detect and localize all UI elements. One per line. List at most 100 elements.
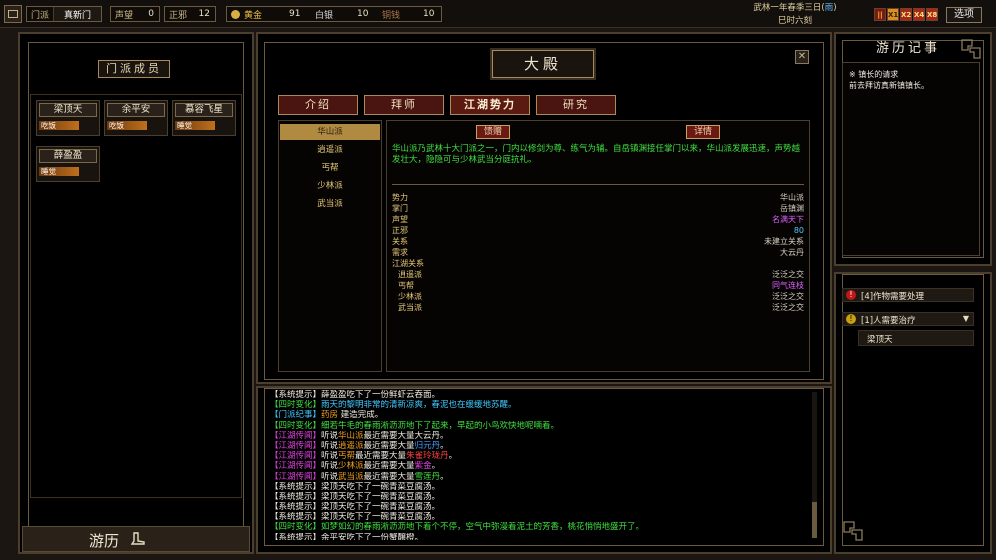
relation-value: 泛泛之交 — [772, 292, 804, 301]
sect-menu-icon[interactable] — [4, 5, 22, 23]
log-line: 【系统提示】梁顶天吃下了一碗青菜豆腐汤。 — [270, 492, 810, 502]
log-line: 【四时变化】如梦如幻的春雨淅沥沥地下着个不停，空气中弥漫着泥土的芳香，桃花悄悄地… — [270, 522, 810, 532]
log-line: 【系统提示】梁顶天吃下了一碗青菜豆腐汤。 — [270, 482, 810, 492]
boot-icon — [130, 532, 145, 546]
options-button[interactable]: 选项 — [946, 7, 982, 23]
info-row: 掌门 岳镇渊 — [392, 203, 804, 214]
alert-item[interactable]: ! [1]人需要治疗 ▼ — [842, 312, 974, 326]
sect-item-wudang[interactable]: 武当派 — [280, 196, 380, 212]
speed-x2-button[interactable]: X2 — [900, 8, 912, 21]
log-line: 【系统提示】梁顶天吃下了一碗青菜豆腐汤。 — [270, 512, 810, 522]
tab-research[interactable]: 研究 — [536, 95, 616, 115]
close-icon[interactable]: ✕ — [795, 50, 809, 64]
reputation-label: 声望 — [115, 10, 134, 21]
info-key: 声望 — [392, 215, 408, 224]
log-category: 【四时变化】 — [270, 400, 322, 411]
chevron-down-icon[interactable]: ▼ — [963, 314, 969, 323]
info-row: 需求 大云丹 — [392, 247, 804, 258]
info-value: 岳镇渊 — [780, 204, 804, 213]
journal-entry[interactable]: ※ 镇长的请求 前去拜访真新镇镇长。 — [842, 62, 980, 256]
pause-button[interactable]: || — [874, 8, 886, 21]
weather: 雨 — [824, 3, 834, 13]
alert-text: [1]人需要治疗 — [861, 316, 916, 326]
info-key: 正邪 — [392, 226, 408, 235]
log-category: 【门派纪事】 — [270, 410, 322, 421]
sect-item-gaibang[interactable]: 丐帮 — [280, 160, 380, 176]
info-value: 大云丹 — [780, 248, 804, 257]
log-scrollbar[interactable] — [812, 392, 817, 538]
relation-row: 少林派 泛泛之交 — [392, 291, 804, 302]
log-category: 【江湖传闻】 — [270, 461, 322, 472]
sect-item-huashan[interactable]: 华山派 — [280, 124, 380, 140]
event-log: 【系统提示】薛盈盈吃下了一份鲜虾云吞面。 【四时变化】雨天的黎明非常的清新凉爽，春… — [270, 390, 810, 540]
info-key: 江湖关系 — [392, 259, 424, 268]
speed-x4-button[interactable]: X4 — [913, 8, 925, 21]
reputation-value: 0 — [148, 9, 154, 19]
log-text: 。 — [448, 451, 458, 462]
sect-info: 门派 真新门 — [26, 6, 102, 22]
log-text: 梁顶天吃下了一碗青菜豆腐汤。 — [321, 512, 441, 523]
member-status: 睡觉 — [175, 121, 215, 130]
gift-button[interactable]: 馈赠 — [476, 125, 510, 139]
log-category: 【江湖传闻】 — [270, 440, 322, 451]
log-text: 逍遥派 — [338, 440, 364, 451]
alignment-value: 12 — [198, 9, 210, 19]
top-bar: 门派 真新门 声望 0 正邪 12 黄金 91 白银 10 铜钱 10 武林一年… — [0, 0, 996, 28]
knot-icon — [842, 520, 864, 542]
speed-x8-button[interactable]: X8 — [926, 8, 938, 21]
member-card[interactable]: 梁顶天 吃饭 — [36, 100, 100, 136]
log-text: 听说 — [321, 430, 339, 441]
info-key: 关系 — [392, 237, 408, 246]
alert-item[interactable]: ! [4]作物需要处理 — [842, 288, 974, 302]
member-status: 吃饭 — [107, 121, 147, 130]
log-text: 武当派 — [338, 471, 364, 482]
info-value: 80 — [793, 226, 804, 235]
member-card[interactable]: 薛盈盈 睡觉 — [36, 146, 100, 182]
date-line1: 武林一年春季三日 — [753, 3, 822, 13]
log-text: 。 — [440, 471, 449, 482]
info-row: 正邪 80 — [392, 225, 804, 236]
alert-icon: ! — [846, 314, 856, 324]
detail-button[interactable]: 详情 — [686, 125, 720, 139]
travel-label: 游历 — [89, 532, 120, 550]
alert-subitem[interactable]: 梁顶天 — [858, 330, 974, 346]
log-line: 【江湖传闻】听说丐帮最近需要大量朱雀玲珑丹。 — [270, 451, 810, 461]
log-text: 梁顶天吃下了一碗青菜豆腐汤。 — [321, 481, 441, 492]
tab-intro[interactable]: 介绍 — [278, 95, 358, 115]
relation-key: 丐帮 — [398, 281, 414, 290]
tab-apprentice[interactable]: 拜师 — [364, 95, 444, 115]
info-key: 势力 — [392, 193, 408, 202]
log-text: 如梦如幻的春雨淅沥沥地下着个不停，空气中弥漫着泥土的芳香，桃花悄悄地盛开了。 — [321, 522, 645, 533]
log-category: 【四时变化】 — [270, 522, 322, 533]
member-status: 睡觉 — [39, 167, 79, 176]
log-text: 丐帮 — [338, 451, 356, 462]
member-card[interactable]: 慕容飞星 睡觉 — [172, 100, 236, 136]
log-line: 【系统提示】余平安吃下了一份蟹醸橙。 — [270, 533, 810, 540]
info-row: 关系 未建立关系 — [392, 236, 804, 247]
log-text: 余平安吃下了一份蟹醸橙。 — [321, 532, 424, 540]
log-line: 【江湖传闻】听说逍遥派最近需要大量归元丹。 — [270, 441, 810, 451]
silver-value: 10 — [357, 9, 369, 19]
log-line: 【门派纪事】药房 建造完成。 — [270, 410, 810, 420]
tab-jianghu-forces[interactable]: 江湖势力 — [450, 95, 530, 115]
relation-row: 武当派 泛泛之交 — [392, 302, 804, 313]
log-line: 【四时变化】雨天的黎明非常的清新凉爽，春泥也在缓缓地苏醒。 — [270, 400, 810, 410]
log-scrollbar-thumb[interactable] — [812, 502, 817, 538]
log-text: 少林派 — [338, 461, 364, 472]
alert-text: [4]作物需要处理 — [861, 292, 925, 302]
gold-icon — [231, 9, 240, 19]
log-text: 最近需要大量 — [363, 440, 415, 451]
member-card[interactable]: 余平安 吃饭 — [104, 100, 168, 136]
copper-value: 10 — [423, 9, 435, 19]
travel-button[interactable]: 游历 — [22, 526, 250, 552]
sect-item-xiaoyao[interactable]: 逍遥派 — [280, 142, 380, 158]
speed-x1-button[interactable]: X1 — [887, 8, 899, 21]
log-category: 【四时变化】 — [270, 420, 322, 431]
info-key: 需求 — [392, 248, 408, 257]
sect-item-shaolin[interactable]: 少林派 — [280, 178, 380, 194]
log-text: 。 — [440, 440, 449, 451]
log-text: 听说 — [321, 471, 339, 482]
log-text: 细若牛毛的春雨淅沥沥地下了起来，早起的小鸟欢快地呢喃着。 — [321, 420, 560, 431]
relation-row: 逍遥派 泛泛之交 — [392, 269, 804, 280]
log-text: 雪莲丹 — [414, 471, 441, 482]
